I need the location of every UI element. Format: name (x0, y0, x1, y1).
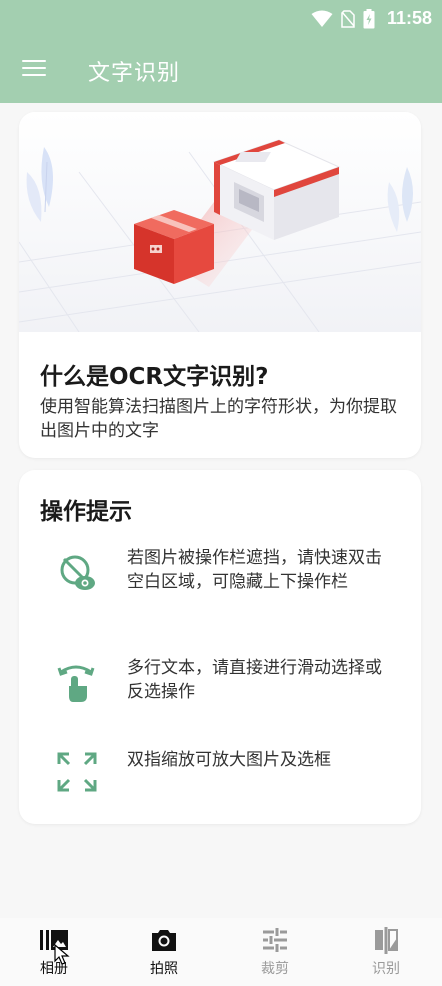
nav-item-camera[interactable]: 拍照 (124, 926, 204, 984)
swipe-gesture-icon (57, 665, 95, 702)
intro-description: 使用智能算法扫描图片上的字符形状，为你提取出图片中的文字 (40, 397, 397, 441)
mouse-cursor-icon (54, 944, 70, 965)
expand-arrows-icon (57, 752, 97, 792)
eye-hide-icon (60, 555, 95, 590)
status-time: 11:58 (386, 8, 432, 28)
app-title: 文字识别 (88, 61, 181, 86)
ocr-illustration (19, 112, 421, 332)
wifi-icon (311, 10, 333, 27)
ocr-intro-card: 什么是OCR文字识别? 使用智能算法扫描图片上的字符形状，为你提取出图片中的文字 (19, 112, 421, 458)
status-bar: 11:58 (0, 0, 442, 40)
compare-icon (375, 927, 398, 954)
tip-text: 多行文本，请直接进行滑动选择或反选操作 (127, 658, 382, 702)
nav-item-crop[interactable]: 裁剪 (235, 926, 315, 984)
tips-title: 操作提示 (40, 499, 132, 525)
tip-text: 双指缩放可放大图片及选框 (127, 750, 331, 770)
nav-item-recognize[interactable]: 识别 (346, 926, 426, 984)
intro-title: 什么是OCR文字识别? (40, 364, 269, 390)
hamburger-menu-icon[interactable] (22, 60, 46, 84)
no-sim-icon (341, 9, 355, 28)
nav-label: 拍照 (150, 961, 178, 977)
sliders-icon (263, 928, 287, 952)
app-bar: 文字识别 (0, 40, 442, 103)
battery-charging-icon (363, 8, 375, 28)
camera-icon (152, 930, 176, 951)
tip-text: 若图片被操作栏遮挡，请快速双击空白区域，可隐藏上下操作栏 (127, 548, 382, 592)
nav-label: 裁剪 (261, 961, 289, 977)
nav-label: 识别 (372, 961, 400, 977)
tips-card: 操作提示 若图片被操作栏遮挡，请快速双击空白区域，可隐藏上下操作栏 多行文本，请… (19, 470, 421, 824)
